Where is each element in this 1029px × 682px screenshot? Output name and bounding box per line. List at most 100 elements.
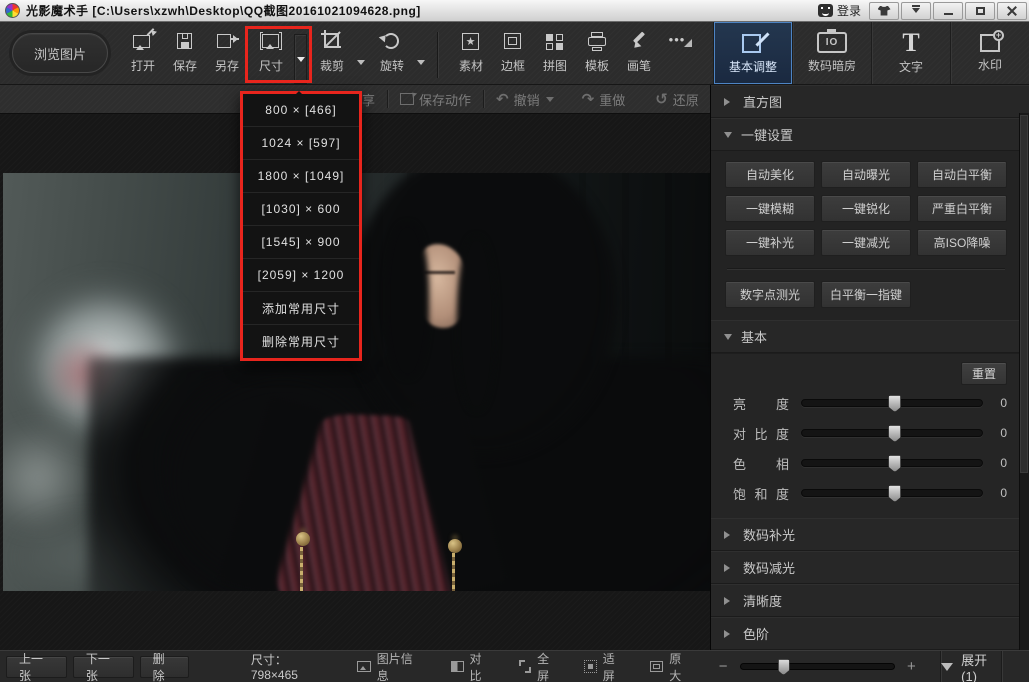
next-image-button[interactable]: 下一张 — [72, 652, 134, 682]
size-icon — [260, 30, 282, 54]
size-option-1545x900[interactable]: [1545] × 900 — [243, 226, 359, 259]
oneclick-filllight-button[interactable]: 一键补光 — [725, 229, 815, 256]
redo-icon: ↷ — [581, 91, 595, 108]
panel-levels[interactable]: 色阶 — [711, 617, 1029, 650]
auto-beautify-button[interactable]: 自动美化 — [725, 161, 815, 188]
panel-oneclick[interactable]: 一键设置 — [711, 118, 1029, 151]
size-dropdown-arrow[interactable] — [294, 34, 307, 84]
statusbar-separator — [1000, 650, 1002, 682]
collage-button[interactable]: 拼图 — [534, 30, 576, 74]
brush-icon — [628, 30, 650, 54]
size-button[interactable]: 尺寸 — [248, 30, 294, 74]
undo-dropdown-arrow[interactable] — [545, 96, 554, 106]
photo-figure-brow — [423, 271, 456, 275]
hue-slider-thumb[interactable] — [888, 455, 902, 472]
brightness-slider[interactable] — [801, 395, 983, 412]
minimize-button[interactable] — [933, 1, 963, 20]
tab-text[interactable]: T 文字 — [871, 22, 950, 84]
reset-button[interactable]: 重置 — [961, 362, 1007, 385]
brush-button[interactable]: 画笔 — [618, 30, 660, 74]
crop-button[interactable]: 裁剪 — [311, 30, 365, 74]
zoom-out-button[interactable]: − — [716, 658, 730, 675]
whitebalance-picker-button[interactable]: 白平衡一指键 — [821, 281, 911, 308]
size-option-1024x597[interactable]: 1024 × [597] — [243, 127, 359, 160]
size-split-button: 尺寸 — [248, 30, 307, 84]
oneclick-sharpen-button[interactable]: 一键锐化 — [821, 195, 911, 222]
collapse-menu-button[interactable] — [901, 1, 931, 20]
saturation-slider-thumb[interactable] — [888, 485, 902, 502]
redo-button[interactable]: ↷ 重做 — [582, 90, 626, 109]
expanded-triangle-icon — [724, 333, 732, 344]
hue-value: 0 — [1000, 456, 1007, 470]
add-common-size-item[interactable]: 添加常用尺寸 — [243, 292, 359, 325]
camera-icon: IO — [817, 29, 847, 53]
oneclick-dim-button[interactable]: 一键减光 — [821, 229, 911, 256]
skin-icon — [877, 5, 891, 16]
fullscreen-button[interactable]: 全屏 — [518, 650, 561, 682]
auto-whitebalance-button[interactable]: 自动白平衡 — [917, 161, 1007, 188]
skin-button[interactable] — [869, 1, 899, 20]
delete-common-size-item[interactable]: 删除常用尺寸 — [243, 325, 359, 358]
undo-button[interactable]: ↶ 撤销 — [496, 90, 540, 109]
compare-button[interactable]: 对比 — [450, 650, 493, 682]
open-button[interactable]: 打开 — [122, 26, 164, 74]
size-option-1800x1049[interactable]: 1800 × [1049] — [243, 160, 359, 193]
more-tools-button[interactable]: ••• — [660, 30, 694, 47]
fit-screen-button[interactable]: 适屏 — [584, 650, 626, 682]
rotate-button[interactable]: 旋转 — [371, 29, 425, 74]
size-option-1030x600[interactable]: [1030] × 600 — [243, 193, 359, 226]
panel-digital-filllight[interactable]: 数码补光 — [711, 518, 1029, 551]
image-info-button[interactable]: 图片信息 — [357, 650, 423, 682]
saturation-slider[interactable] — [801, 485, 983, 502]
oneclick-blur-button[interactable]: 一键模糊 — [725, 195, 815, 222]
panel-digital-dim[interactable]: 数码减光 — [711, 551, 1029, 584]
save-action-button[interactable]: 保存动作 — [400, 90, 471, 109]
adjust-sidebar: 直方图 一键设置 自动美化 自动曝光 自动白平衡 一键模糊 一键锐化 严重白平衡… — [710, 85, 1029, 650]
brightness-slider-thumb[interactable] — [888, 395, 902, 412]
rotate-dropdown-arrow[interactable] — [417, 60, 425, 69]
tab-darkroom[interactable]: IO 数码暗房 — [792, 22, 871, 84]
maximize-button[interactable] — [965, 1, 995, 20]
tab-basic-adjust[interactable]: 基本调整 — [713, 22, 792, 84]
titlebar: 光影魔术手 [C:\Users\xzwh\Desktop\QQ截图2016102… — [0, 0, 1029, 22]
compare-icon — [450, 661, 464, 672]
zoom-in-button[interactable]: + — [905, 658, 919, 675]
prev-image-button[interactable]: 上一张 — [6, 652, 67, 682]
browse-images-button[interactable]: 浏览图片 — [12, 33, 108, 73]
material-star-icon: ★ — [460, 30, 482, 54]
close-icon — [1007, 6, 1017, 16]
collage-icon — [544, 30, 566, 54]
contrast-slider-thumb[interactable] — [888, 425, 902, 442]
contrast-slider[interactable] — [801, 425, 983, 442]
panel-basic[interactable]: 基本 — [711, 320, 1029, 353]
high-iso-denoise-button[interactable]: 高ISO降噪 — [917, 229, 1007, 256]
frame-button[interactable]: 边框 — [492, 30, 534, 74]
chevron-down-icon — [941, 662, 954, 677]
sidebar-scrollbar-thumb[interactable] — [1020, 115, 1028, 473]
corner-triangle-icon — [684, 39, 692, 47]
panel-clarity[interactable]: 清晰度 — [711, 584, 1029, 617]
spot-metering-button[interactable]: 数字点测光 — [725, 281, 815, 308]
template-button[interactable]: 模板 — [576, 30, 618, 74]
restore-button[interactable]: ↺ 还原 — [655, 90, 699, 109]
save-button[interactable]: 保存 — [164, 30, 206, 74]
photo-figure-hair-left — [386, 223, 429, 378]
sidebar-scrollbar[interactable] — [1019, 113, 1029, 650]
delete-image-button[interactable]: 删除 — [139, 652, 189, 682]
material-button[interactable]: ★ 素材 — [450, 30, 492, 74]
hue-slider[interactable] — [801, 455, 983, 472]
size-option-2059x1200[interactable]: [2059] × 1200 — [243, 259, 359, 292]
expand-button[interactable]: 展开(1) — [941, 650, 1001, 682]
zoom-slider[interactable] — [739, 659, 895, 675]
zoom-slider-thumb[interactable] — [777, 659, 790, 675]
original-size-button[interactable]: 原大 — [649, 650, 693, 682]
tab-watermark[interactable]: + 水印 — [950, 22, 1029, 84]
severe-whitebalance-button[interactable]: 严重白平衡 — [917, 195, 1007, 222]
close-button[interactable] — [997, 1, 1027, 20]
crop-dropdown-arrow[interactable] — [357, 60, 365, 69]
auto-exposure-button[interactable]: 自动曝光 — [821, 161, 911, 188]
login-button[interactable]: 登录 — [810, 1, 869, 21]
panel-histogram[interactable]: 直方图 — [711, 85, 1029, 118]
restore-icon: ↺ — [655, 91, 668, 108]
save-as-button[interactable]: 另存 — [206, 30, 248, 74]
